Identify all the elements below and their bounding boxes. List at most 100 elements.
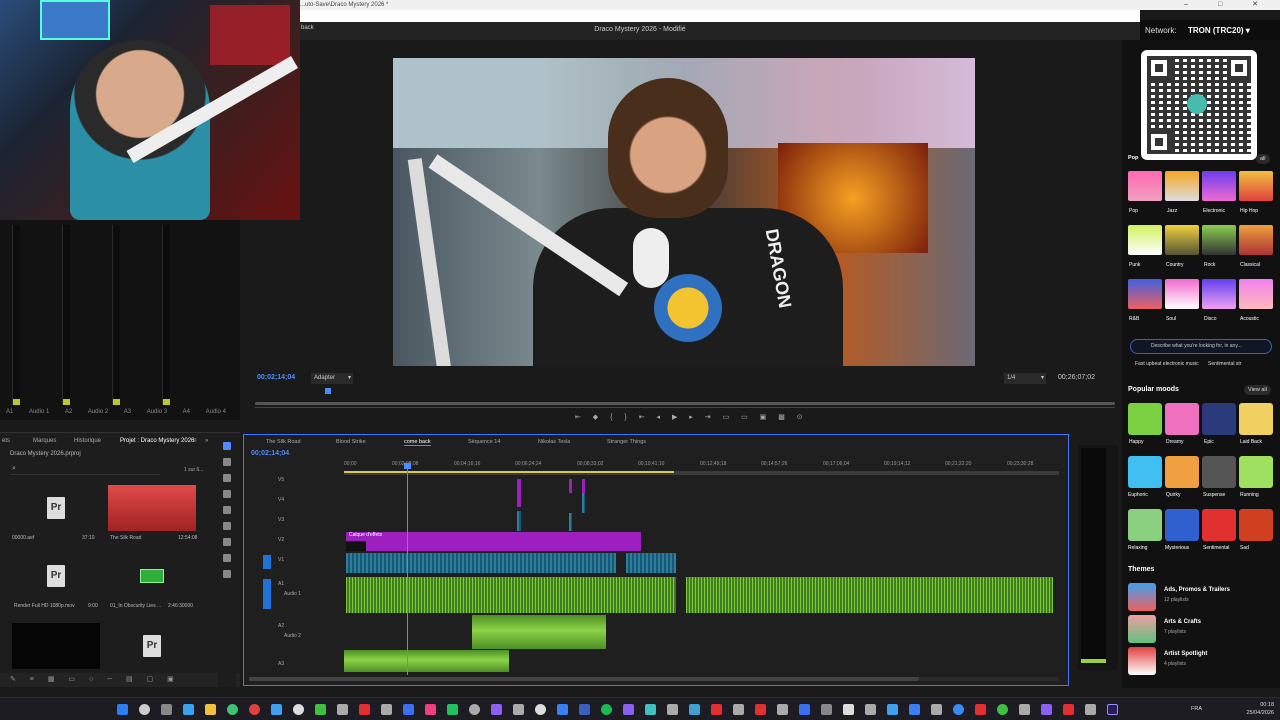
app-icon[interactable] (425, 704, 436, 715)
mood-tile[interactable] (1239, 403, 1273, 435)
mood-tile[interactable] (1202, 403, 1236, 435)
project-search[interactable]: ⌕ (10, 465, 160, 475)
genres-view-all[interactable]: all (1256, 154, 1270, 164)
genre-tile[interactable] (1239, 225, 1273, 255)
tab-history[interactable]: Historique (74, 438, 101, 444)
audio-clip[interactable] (346, 577, 676, 613)
track-target-toggle[interactable] (263, 579, 271, 609)
selection-tool-icon[interactable] (223, 442, 231, 450)
prompt-chip[interactable]: Fast upbeat electronic music (1135, 361, 1199, 367)
app-icon[interactable] (381, 704, 392, 715)
app-icon[interactable] (887, 704, 898, 715)
project-item[interactable]: Pr (108, 623, 196, 669)
project-item[interactable]: 01_In Obscurity Lies ... 2:46:30000 (108, 553, 196, 609)
v1-clip[interactable] (346, 553, 616, 573)
video-clip[interactable] (582, 479, 585, 493)
theme-item[interactable]: Artist Spotlight 4 playlists (1128, 647, 1278, 675)
app-icon[interactable] (645, 704, 656, 715)
v1-clip[interactable] (626, 553, 676, 573)
video-clip[interactable] (569, 479, 572, 493)
genre-tile[interactable] (1128, 171, 1162, 201)
mood-tile[interactable] (1202, 509, 1236, 541)
project-item[interactable]: The Silk Road 12:54:08 (108, 485, 197, 541)
app-icon[interactable] (623, 704, 634, 715)
program-monitor-video[interactable]: DRAGON (393, 58, 975, 366)
mood-tile[interactable] (1165, 456, 1199, 488)
tab-sequence[interactable]: Blood Strike (336, 439, 366, 445)
tab-sequence[interactable]: Séquence 14 (468, 439, 500, 445)
app-icon[interactable] (271, 704, 282, 715)
app-icon[interactable] (557, 704, 568, 715)
app-icon[interactable] (337, 704, 348, 715)
app-icon[interactable] (1041, 704, 1052, 715)
app-icon[interactable] (777, 704, 788, 715)
timeline-timecode[interactable]: 00;02;14;04 (251, 450, 289, 457)
app-icon[interactable] (931, 704, 942, 715)
genre-tile[interactable] (1165, 225, 1199, 255)
scrollbar-thumb[interactable] (249, 677, 919, 681)
hand-tool-icon[interactable] (223, 554, 231, 562)
genre-tile[interactable] (1165, 171, 1199, 201)
mood-tile[interactable] (1165, 509, 1199, 541)
xbox-icon[interactable] (315, 704, 326, 715)
tab-markers[interactable]: Marques (33, 438, 56, 444)
app-icon[interactable] (843, 704, 854, 715)
app-icon[interactable] (359, 704, 370, 715)
app-icon[interactable] (953, 704, 964, 715)
clock[interactable]: 00:18 25/04/2026 (1246, 701, 1274, 717)
tab-effects[interactable]: ets (2, 438, 10, 444)
timeline-scrollbar[interactable] (249, 677, 1059, 681)
audio-clip[interactable] (472, 615, 606, 649)
razor-tool-icon[interactable] (223, 490, 231, 498)
fit-select[interactable]: Adapter (311, 373, 353, 384)
app-icon[interactable] (689, 704, 700, 715)
obs-icon[interactable] (293, 704, 304, 715)
theme-item[interactable]: Arts & Crafts 7 playlists (1128, 615, 1278, 643)
app-icon[interactable] (469, 704, 480, 715)
time-ruler[interactable]: 00;00 00;02;08;08 00;04;16;16 00;06;24;2… (344, 461, 1059, 471)
audio-clip[interactable] (686, 577, 1053, 613)
mood-tile[interactable] (1165, 403, 1199, 435)
ripple-tool-icon[interactable] (223, 474, 231, 482)
discord-icon[interactable] (491, 704, 502, 715)
file-explorer-icon[interactable] (205, 704, 216, 715)
theme-item[interactable]: Ads, Promos & Trailers 12 playlists (1128, 583, 1278, 611)
program-timecode[interactable]: 00;02;14;04 (257, 374, 295, 381)
transport-buttons[interactable]: ⇤ ◆ { } ⇤ ◂ ▶ ▸ ⇥ ▭ ▭ ▣ ▩ ⊙ (575, 413, 815, 425)
tab-sequence-active[interactable]: come back (404, 439, 431, 446)
scrubber-playhead[interactable] (325, 388, 331, 394)
app-icon[interactable] (579, 704, 590, 715)
genre-tile[interactable] (1165, 279, 1199, 309)
tab-sequence[interactable]: Nikolas Tesla (538, 439, 570, 445)
chrome-icon[interactable] (249, 704, 260, 715)
tab-overflow[interactable]: » (205, 438, 208, 444)
rectangle-tool-icon[interactable] (223, 538, 231, 546)
app-icon[interactable] (733, 704, 744, 715)
search-icon[interactable] (139, 704, 150, 715)
app-icon[interactable] (667, 704, 678, 715)
moods-view-all[interactable]: View all (1244, 385, 1271, 395)
tab-project[interactable]: Projet : Draco Mystery 2026 (120, 438, 194, 444)
genre-tile[interactable] (1128, 225, 1162, 255)
slip-tool-icon[interactable] (223, 506, 231, 514)
mood-tile[interactable] (1239, 509, 1273, 541)
genre-tile[interactable] (1239, 171, 1273, 201)
track-target-toggle[interactable] (263, 555, 271, 569)
mood-tile[interactable] (1239, 456, 1273, 488)
app-icon[interactable] (755, 704, 766, 715)
video-clip[interactable] (517, 479, 521, 507)
genre-tile[interactable] (1202, 171, 1236, 201)
genre-tile[interactable] (1128, 279, 1162, 309)
app-icon[interactable] (799, 704, 810, 715)
tab-sequence[interactable]: The Silk Road (266, 439, 301, 445)
mood-tile[interactable] (1202, 456, 1236, 488)
scrubber-bar[interactable] (255, 402, 1115, 405)
effects-layer-clip[interactable]: Calque d'effets (346, 532, 641, 551)
work-area-bar[interactable] (344, 471, 1059, 475)
adobe-icon[interactable] (1063, 704, 1074, 715)
app-icon[interactable] (821, 704, 832, 715)
back-button[interactable]: back (301, 25, 314, 31)
program-scrubber[interactable] (255, 388, 1115, 408)
app-icon[interactable] (909, 704, 920, 715)
task-view-icon[interactable] (161, 704, 172, 715)
